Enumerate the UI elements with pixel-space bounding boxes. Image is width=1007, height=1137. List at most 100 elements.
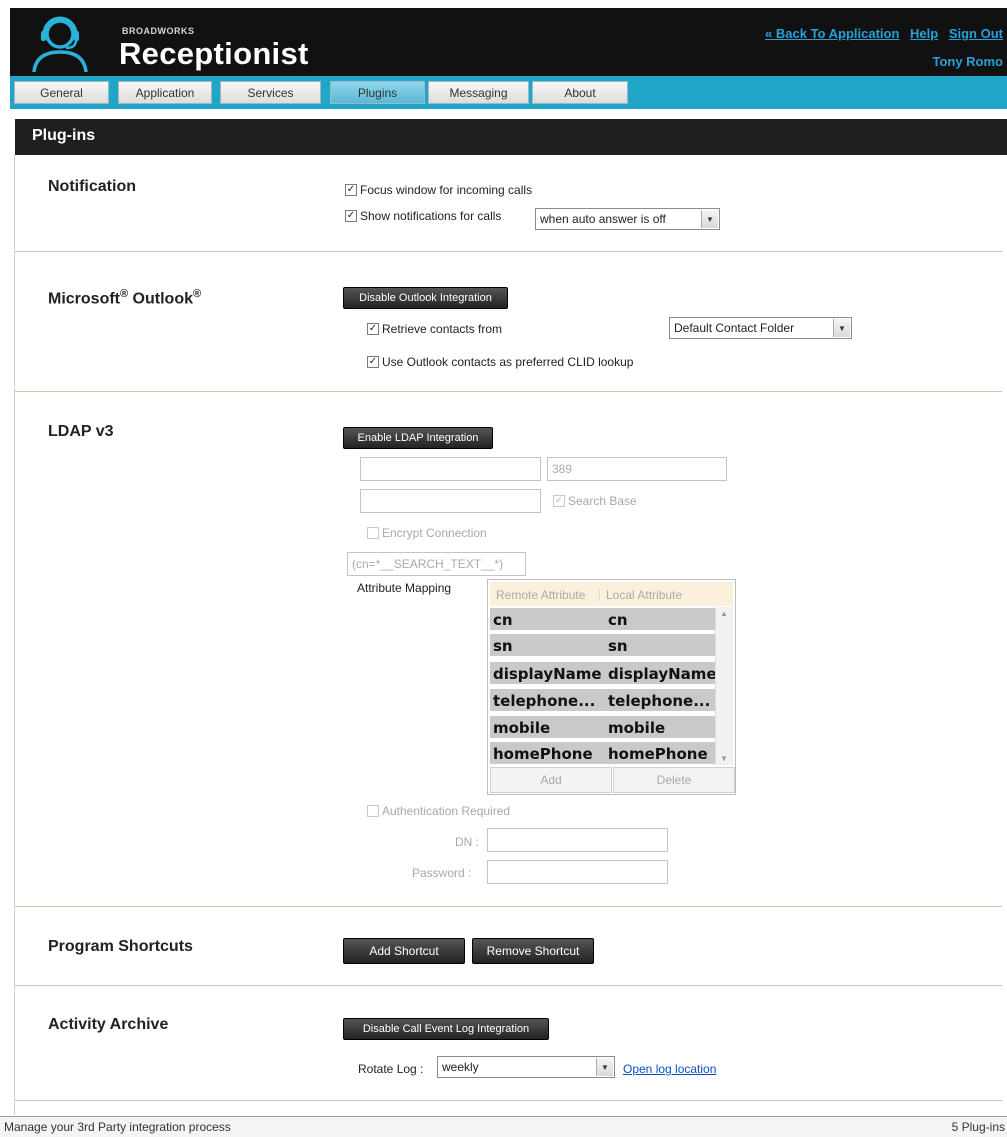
clid-lookup-label: Use Outlook contacts as preferred CLID l… [382, 355, 634, 369]
tab-plugins[interactable]: Plugins [330, 81, 425, 104]
local-attribute-cell: displayName [608, 665, 717, 683]
rotate-log-select[interactable]: weekly ▼ [437, 1056, 615, 1078]
disable-call-event-log-button[interactable]: Disable Call Event Log Integration [343, 1018, 549, 1040]
ldap-filter-input[interactable]: (cn=*__SEARCH_TEXT__*) [347, 552, 526, 576]
remote-attribute-cell: telephone... [493, 692, 596, 710]
ldap-title: LDAP v3 [48, 423, 114, 440]
chevron-down-icon: ▼ [701, 210, 718, 228]
authentication-checkbox[interactable] [367, 805, 379, 817]
disable-outlook-button[interactable]: Disable Outlook Integration [343, 287, 508, 309]
section-divider [15, 391, 1002, 392]
delete-attribute-button[interactable]: Delete [613, 767, 735, 793]
ldap-search-base-input[interactable] [360, 489, 541, 513]
table-row[interactable]: telephone... telephone... [490, 689, 716, 713]
local-attribute-cell: mobile [608, 719, 666, 737]
program-shortcuts-title: Program Shortcuts [48, 938, 193, 955]
app-header: BROADWORKS Receptionist « Back To Applic… [10, 8, 1007, 76]
section-divider [15, 1100, 1002, 1101]
page-title: Plug-ins [32, 127, 96, 144]
local-attribute-cell: sn [608, 637, 628, 655]
focus-window-label: Focus window for incoming calls [360, 183, 533, 197]
brand-small-text: BROADWORKS [122, 26, 195, 36]
dn-label: DN : [455, 835, 479, 849]
ldap-server-input[interactable] [360, 457, 541, 481]
activity-archive-title: Activity Archive [48, 1016, 169, 1033]
status-bar: Manage your 3rd Party integration proces… [0, 1116, 1007, 1137]
local-attribute-cell: cn [608, 611, 628, 629]
remote-attribute-cell: homePhone [493, 745, 593, 763]
status-plugin-count: 5 Plug-ins [951, 1120, 1005, 1134]
remote-attribute-cell: sn [493, 637, 513, 655]
table-header: Remote Attribute Local Attribute [490, 582, 733, 606]
section-divider [15, 906, 1002, 907]
show-notifications-checkbox[interactable]: ✓ [345, 210, 357, 222]
table-row[interactable]: cn cn [490, 608, 716, 632]
attribute-mapping-table: Remote Attribute Local Attribute cn cn s… [487, 579, 736, 795]
tab-bar: General Application Services Plugins Mes… [10, 76, 1007, 109]
attribute-mapping-label: Attribute Mapping [357, 581, 452, 595]
help-link[interactable]: Help [910, 26, 938, 41]
enable-ldap-button[interactable]: Enable LDAP Integration [343, 427, 493, 449]
open-log-location-link[interactable]: Open log location [623, 1062, 716, 1076]
section-divider [15, 251, 1002, 252]
outlook-title: Microsoft® Outlook® [48, 288, 202, 308]
back-to-application-link[interactable]: « Back To Application [765, 26, 899, 41]
add-attribute-button[interactable]: Add [490, 767, 612, 793]
search-base-label: Search Base [568, 494, 637, 508]
table-row[interactable]: mobile mobile [490, 716, 716, 740]
top-links: « Back To Application Help Sign Out [758, 26, 1003, 41]
retrieve-contacts-label: Retrieve contacts from [382, 322, 503, 336]
dn-input[interactable] [487, 828, 668, 852]
search-base-option[interactable]: ✓ Search Base [553, 494, 637, 508]
retrieve-contacts-checkbox[interactable]: ✓ [367, 323, 379, 335]
clid-lookup-option[interactable]: ✓ Use Outlook contacts as preferred CLID… [367, 355, 633, 369]
show-notifications-option[interactable]: ✓ Show notifications for calls [345, 209, 501, 223]
add-shortcut-button[interactable]: Add Shortcut [343, 938, 465, 964]
focus-window-checkbox[interactable]: ✓ [345, 184, 357, 196]
retrieve-contacts-option[interactable]: ✓ Retrieve contacts from [367, 322, 502, 336]
status-message: Manage your 3rd Party integration proces… [4, 1120, 231, 1134]
local-attribute-cell: homePhone [608, 745, 708, 763]
table-row[interactable]: sn sn [490, 634, 716, 658]
rotate-log-select-value: weekly [442, 1060, 479, 1074]
contact-folder-select[interactable]: Default Contact Folder ▼ [669, 317, 852, 339]
show-notifications-select-value: when auto answer is off [540, 212, 666, 226]
encrypt-connection-label: Encrypt Connection [382, 526, 487, 540]
local-attribute-cell: telephone... [608, 692, 711, 710]
scroll-up-icon[interactable]: ▲ [720, 609, 728, 618]
notification-title: Notification [48, 178, 136, 195]
local-attribute-header[interactable]: Local Attribute [599, 588, 682, 602]
table-row[interactable]: displayName displayName [490, 662, 717, 686]
tab-application[interactable]: Application [118, 81, 212, 104]
table-scrollbar[interactable]: ▲ ▼ [715, 607, 733, 765]
contact-folder-select-value: Default Contact Folder [674, 321, 795, 335]
frame-border [14, 155, 15, 1115]
tab-messaging[interactable]: Messaging [428, 81, 529, 104]
table-row[interactable]: homePhone homePhone [490, 742, 716, 766]
authentication-option[interactable]: Authentication Required [367, 804, 510, 818]
encrypt-connection-option[interactable]: Encrypt Connection [367, 526, 487, 540]
show-notifications-label: Show notifications for calls [360, 209, 502, 223]
remote-attribute-cell: mobile [493, 719, 551, 737]
encrypt-connection-checkbox[interactable] [367, 527, 379, 539]
scroll-down-icon[interactable]: ▼ [720, 754, 728, 763]
page-header: Plug-ins [15, 119, 1007, 155]
chevron-down-icon: ▼ [833, 319, 850, 337]
brand-title: Receptionist [119, 36, 309, 71]
search-base-checkbox[interactable]: ✓ [553, 495, 565, 507]
show-notifications-select[interactable]: when auto answer is off ▼ [535, 208, 720, 230]
remote-attribute-header[interactable]: Remote Attribute [496, 588, 585, 602]
tab-services[interactable]: Services [220, 81, 321, 104]
password-label: Password : [412, 866, 472, 880]
rotate-log-label: Rotate Log : [358, 1062, 424, 1076]
sign-out-link[interactable]: Sign Out [949, 26, 1003, 41]
password-input[interactable] [487, 860, 668, 884]
chevron-down-icon: ▼ [596, 1058, 613, 1076]
ldap-port-input[interactable]: 389 [547, 457, 727, 481]
tab-about[interactable]: About [532, 81, 628, 104]
remove-shortcut-button[interactable]: Remove Shortcut [472, 938, 594, 964]
focus-window-option[interactable]: ✓ Focus window for incoming calls [345, 183, 532, 197]
clid-lookup-checkbox[interactable]: ✓ [367, 356, 379, 368]
tab-general[interactable]: General [14, 81, 109, 104]
remote-attribute-cell: displayName [493, 665, 602, 683]
